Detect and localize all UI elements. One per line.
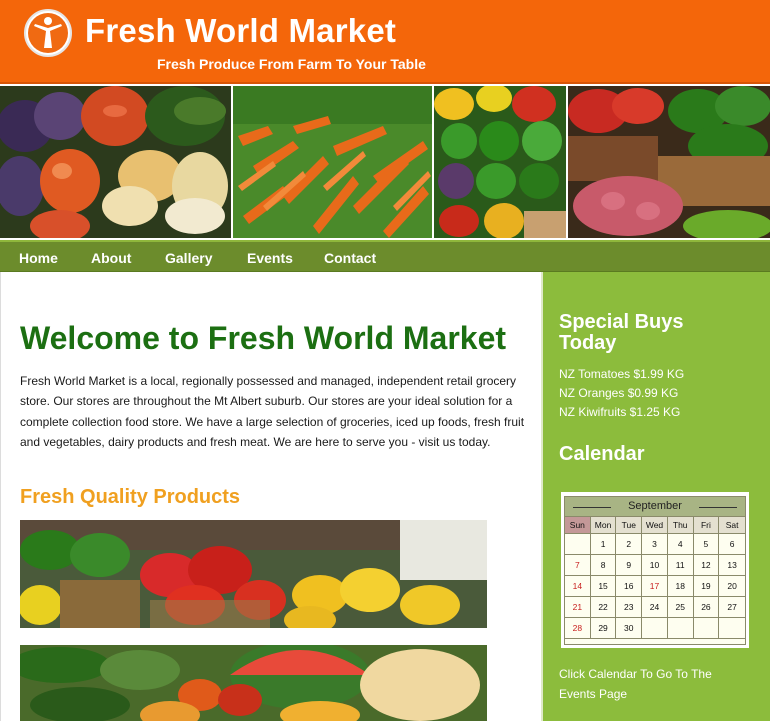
nav-events[interactable]: Events bbox=[247, 250, 293, 266]
nav-home[interactable]: Home bbox=[19, 250, 58, 266]
nav-contact[interactable]: Contact bbox=[324, 250, 376, 266]
calendar-month: September bbox=[628, 500, 682, 512]
main-nav: Home About Gallery Events Contact bbox=[0, 240, 770, 272]
carrots-photo bbox=[233, 86, 432, 238]
intro-paragraph: Fresh World Market is a local, regionall… bbox=[20, 374, 525, 449]
calendar-day[interactable]: 3 bbox=[642, 534, 668, 555]
calendar-day bbox=[642, 618, 668, 639]
calendar-title: Calendar bbox=[559, 443, 645, 465]
specials-title: Special Buys Today bbox=[559, 311, 684, 354]
calendar-day[interactable]: 23 bbox=[616, 597, 643, 618]
calendar-day[interactable]: 12 bbox=[693, 555, 720, 576]
calendar-weekday: Wed bbox=[642, 517, 668, 534]
calendar-day[interactable]: 16 bbox=[616, 576, 643, 597]
calendar-day[interactable]: 22 bbox=[590, 597, 617, 618]
site-tagline: Fresh Produce From Farm To Your Table bbox=[157, 56, 426, 72]
nav-about[interactable]: About bbox=[91, 250, 131, 266]
calendar-day[interactable]: 2 bbox=[616, 534, 643, 555]
calendar-day[interactable]: 4 bbox=[667, 534, 694, 555]
calendar-frame: September Sun Mon Tue Wed Thu Fri Sat 1 2 3 4 5 6 7 8 9… bbox=[564, 496, 746, 645]
peppers-photo bbox=[434, 86, 566, 238]
calendar-grid: Sun Mon Tue Wed Thu Fri Sat 1 2 3 4 5 6 7 8 9 10 11 12 13 14… bbox=[565, 517, 745, 639]
calendar-day[interactable]: 21 bbox=[565, 597, 591, 618]
main-content: Welcome to Fresh World Market Fresh Worl… bbox=[0, 272, 541, 721]
assorted-squash-photo bbox=[0, 86, 231, 238]
calendar-day bbox=[667, 618, 694, 639]
nav-gallery[interactable]: Gallery bbox=[165, 250, 212, 266]
section-heading: Fresh Quality Products bbox=[20, 486, 241, 508]
calendar-day[interactable]: 13 bbox=[719, 555, 745, 576]
tomatoes-and-potatoes-photo bbox=[568, 86, 770, 238]
calendar-day[interactable]: 26 bbox=[693, 597, 720, 618]
calendar-weekday: Sun bbox=[565, 517, 591, 534]
month-divider-left bbox=[573, 507, 611, 508]
calendar-month-header: September bbox=[565, 497, 745, 517]
calendar-day[interactable]: 5 bbox=[693, 534, 720, 555]
calendar-day[interactable]: 27 bbox=[719, 597, 745, 618]
banner-photo-strip bbox=[0, 84, 770, 240]
calendar-weekday: Mon bbox=[590, 517, 617, 534]
calendar-day bbox=[693, 618, 720, 639]
calendar-day[interactable]: 20 bbox=[719, 576, 745, 597]
site-header: Fresh World Market Fresh Produce From Fa… bbox=[0, 0, 770, 84]
page-title: Welcome to Fresh World Market bbox=[20, 320, 507, 356]
calendar-day[interactable]: 17 bbox=[642, 576, 668, 597]
calendar-day[interactable]: 25 bbox=[667, 597, 694, 618]
calendar-day[interactable]: 14 bbox=[565, 576, 591, 597]
calendar-weekday: Thu bbox=[667, 517, 694, 534]
sidebar: Special Buys Today NZ Tomatoes $1.99 KG … bbox=[541, 272, 770, 721]
calendar-events-link[interactable]: Click Calendar To Go To The Events Page bbox=[559, 665, 739, 704]
calendar-day bbox=[565, 534, 591, 555]
month-divider-right bbox=[699, 507, 737, 508]
calendar-weekday: Fri bbox=[693, 517, 720, 534]
calendar-day[interactable]: 24 bbox=[642, 597, 668, 618]
calendar-weekday: Sat bbox=[719, 517, 745, 534]
calendar-widget[interactable]: September Sun Mon Tue Wed Thu Fri Sat 1 2 3 4 5 6 7 8 9… bbox=[561, 492, 749, 648]
site-title[interactable]: Fresh World Market bbox=[85, 12, 396, 50]
calendar-day[interactable]: 1 bbox=[590, 534, 617, 555]
calendar-day[interactable]: 18 bbox=[667, 576, 694, 597]
calendar-day[interactable]: 10 bbox=[642, 555, 668, 576]
specials-list: NZ Tomatoes $1.99 KG NZ Oranges $0.99 KG… bbox=[559, 365, 684, 422]
calendar-day[interactable]: 29 bbox=[590, 618, 617, 639]
calendar-day[interactable]: 7 bbox=[565, 555, 591, 576]
calendar-day[interactable]: 28 bbox=[565, 618, 591, 639]
special-item: NZ Tomatoes $1.99 KG bbox=[559, 367, 685, 381]
calendar-day[interactable]: 11 bbox=[667, 555, 694, 576]
calendar-day[interactable]: 8 bbox=[590, 555, 617, 576]
calendar-day[interactable]: 15 bbox=[590, 576, 617, 597]
calendar-day[interactable]: 6 bbox=[719, 534, 745, 555]
calendar-day[interactable]: 9 bbox=[616, 555, 643, 576]
special-item: NZ Kiwifruits $1.25 KG bbox=[559, 405, 681, 419]
calendar-day[interactable]: 19 bbox=[693, 576, 720, 597]
produce-display-photo bbox=[20, 520, 487, 628]
special-item: NZ Oranges $0.99 KG bbox=[559, 386, 679, 400]
fruit-and-vegetables-photo bbox=[20, 645, 487, 721]
calendar-weekday: Tue bbox=[616, 517, 643, 534]
calendar-day[interactable]: 30 bbox=[616, 618, 643, 639]
calendar-day bbox=[719, 618, 745, 639]
logo-icon[interactable] bbox=[24, 9, 72, 57]
